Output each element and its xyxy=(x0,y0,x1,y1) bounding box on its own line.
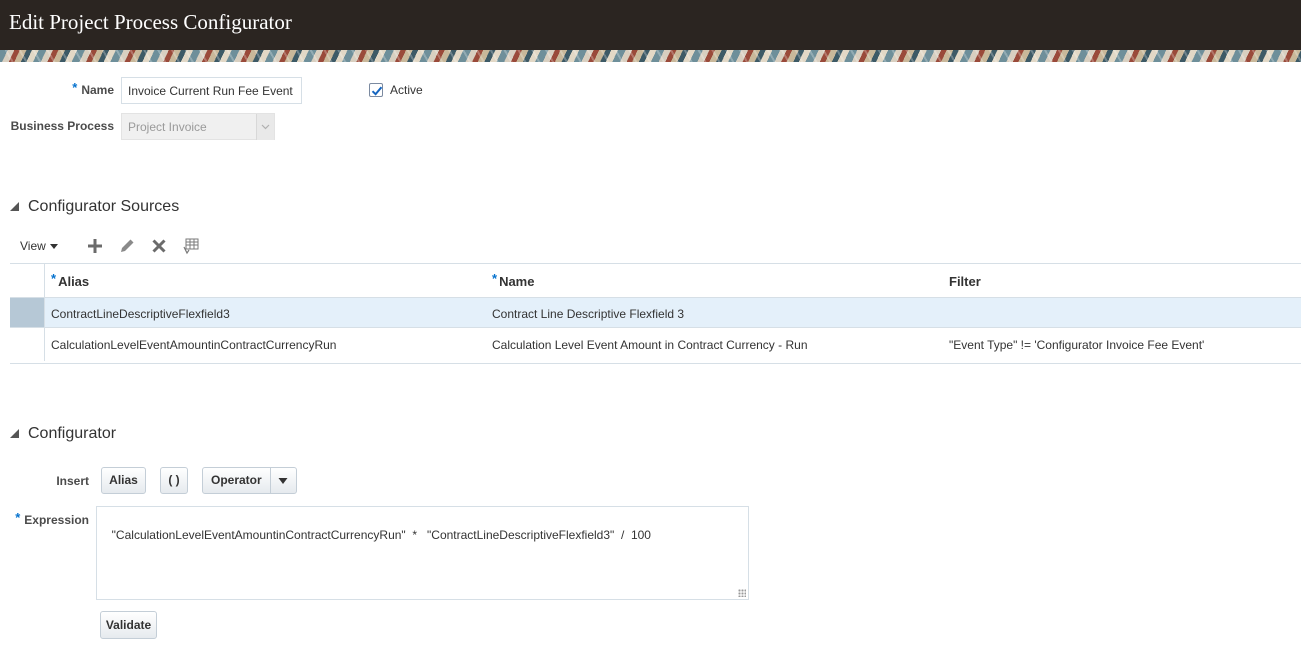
chevron-down-icon xyxy=(261,124,270,130)
insert-parentheses-button[interactable]: ( ) xyxy=(160,467,188,494)
expression-label: * Expression xyxy=(15,510,89,527)
business-process-label: Business Process xyxy=(10,119,114,133)
operator-label: Operator xyxy=(211,473,262,487)
business-process-select: Project Invoice xyxy=(121,113,275,140)
row-selector[interactable] xyxy=(10,298,45,327)
required-icon: * xyxy=(51,271,57,286)
checkmark-icon xyxy=(371,86,383,96)
required-icon: * xyxy=(72,80,78,95)
insert-label: Insert xyxy=(56,474,89,488)
row-header-spacer xyxy=(10,264,45,297)
table-row[interactable]: ContractLineDescriptiveFlexfield3 Contra… xyxy=(10,297,1301,328)
cell-name: Calculation Level Event Amount in Contra… xyxy=(492,338,808,352)
sources-section-title: Configurator Sources xyxy=(28,198,180,215)
delete-icon[interactable] xyxy=(150,237,168,255)
name-label: * Name xyxy=(72,80,114,97)
column-header-filter[interactable]: Filter xyxy=(949,274,981,289)
column-header-alias[interactable]: * Alias xyxy=(51,271,89,289)
freeze-columns-icon[interactable] xyxy=(182,237,200,255)
column-header-name[interactable]: * Name xyxy=(492,271,534,289)
cell-filter: "Event Type" != 'Configurator Invoice Fe… xyxy=(949,338,1205,352)
table-row[interactable]: CalculationLevelEventAmountinContractCur… xyxy=(10,328,1301,361)
sources-table: * Alias * Name Filter ContractLineDescript… xyxy=(10,263,1301,364)
table-header-row: * Alias * Name Filter xyxy=(10,264,1301,297)
operator-menu-button[interactable]: Operator xyxy=(202,467,297,494)
triangle-down-icon xyxy=(278,478,288,484)
row-selector[interactable] xyxy=(10,328,45,361)
collapse-configurator-icon[interactable] xyxy=(10,429,19,438)
name-field[interactable]: Invoice Current Run Fee Event xyxy=(121,77,302,104)
validate-button[interactable]: Validate xyxy=(100,611,157,639)
page-title: Edit Project Process Configurator xyxy=(9,10,292,34)
insert-alias-button[interactable]: Alias xyxy=(101,467,146,494)
view-menu[interactable]: View xyxy=(20,239,58,253)
cell-alias: ContractLineDescriptiveFlexfield3 xyxy=(51,307,230,321)
collapse-sources-icon[interactable] xyxy=(10,202,19,211)
caret-down-icon xyxy=(49,244,58,250)
header-decoration xyxy=(0,50,1301,62)
configurator-section-title: Configurator xyxy=(28,425,117,442)
expression-textarea[interactable]: "CalculationLevelEventAmountinContractCu… xyxy=(96,506,749,600)
dropdown-button xyxy=(256,114,274,140)
resize-handle-icon[interactable] xyxy=(738,589,746,597)
required-icon: * xyxy=(492,271,498,286)
active-checkbox[interactable] xyxy=(369,83,383,97)
cell-name: Contract Line Descriptive Flexfield 3 xyxy=(492,307,685,321)
active-label: Active xyxy=(390,83,423,97)
required-icon: * xyxy=(15,510,21,525)
button-divider xyxy=(270,468,271,493)
page-header: Edit Project Process Configurator xyxy=(0,0,1301,50)
cell-alias: CalculationLevelEventAmountinContractCur… xyxy=(51,338,337,352)
edit-icon[interactable] xyxy=(118,237,136,255)
add-icon[interactable] xyxy=(86,237,104,255)
